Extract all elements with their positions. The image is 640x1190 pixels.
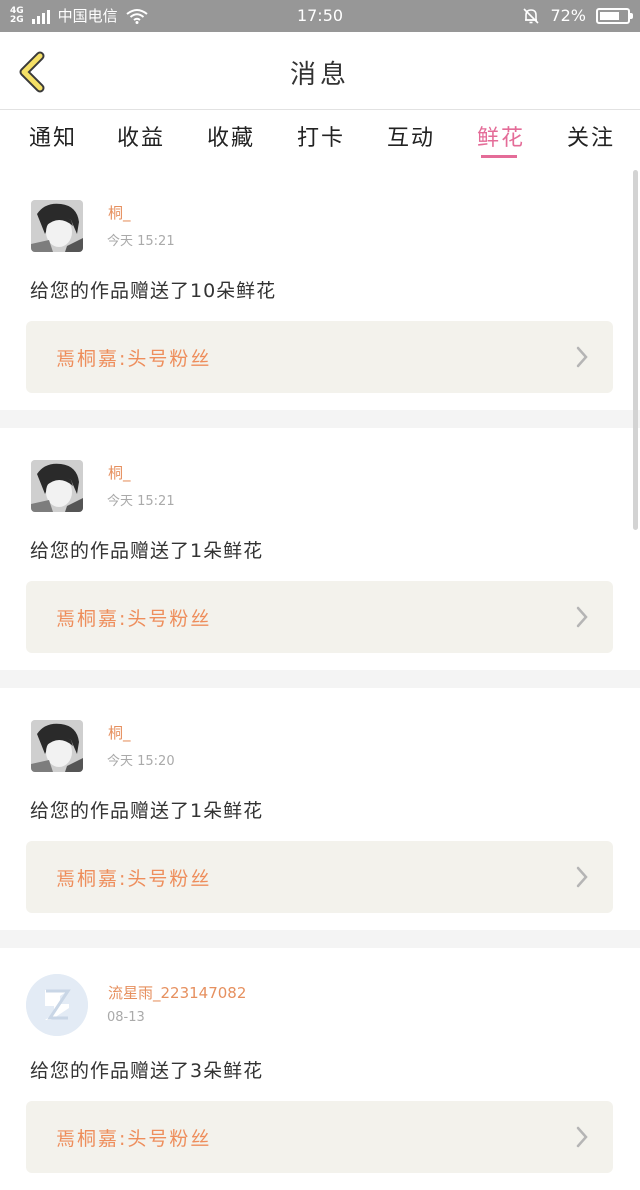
chevron-right-icon: [576, 606, 588, 628]
message-card: 桐_ 今天 15:20 给您的作品赠送了1朵鲜花 焉桐嘉:头号粉丝: [0, 688, 640, 930]
card-divider: [0, 410, 640, 428]
fan-rank-label: 焉桐嘉:头号粉丝: [56, 868, 212, 890]
username[interactable]: 桐_: [108, 462, 131, 483]
tab-bar: 通知 收益 收藏 打卡 互动 鲜花 关注: [0, 110, 640, 168]
active-tab-indicator: [481, 155, 517, 158]
fan-rank-row[interactable]: 焉桐嘉:头号粉丝: [26, 1101, 613, 1173]
mute-bell-icon: [523, 7, 540, 24]
message-card: 桐_ 今天 15:21 给您的作品赠送了1朵鲜花 焉桐嘉:头号粉丝: [0, 428, 640, 670]
card-divider: [0, 670, 640, 688]
message-text: 给您的作品赠送了1朵鲜花: [30, 540, 264, 562]
tab-interaction[interactable]: 互动: [387, 120, 435, 152]
tab-earnings[interactable]: 收益: [117, 120, 165, 152]
status-right: 72%: [522, 6, 633, 25]
fan-rank-row[interactable]: 焉桐嘉:头号粉丝: [26, 581, 613, 653]
tab-checkin[interactable]: 打卡: [297, 120, 345, 152]
nav-header: 消息: [0, 32, 640, 110]
timestamp: 今天 15:21: [107, 234, 175, 249]
tab-flowers[interactable]: 鲜花: [477, 120, 525, 152]
avatar-image: [31, 460, 83, 512]
tab-notifications[interactable]: 通知: [29, 120, 77, 152]
avatar[interactable]: [31, 200, 83, 252]
battery-fill: [600, 11, 619, 20]
timestamp: 08-13: [107, 1010, 145, 1025]
message-text: 给您的作品赠送了10朵鲜花: [30, 280, 277, 302]
status-bar: 4G 2G 中国电信 17:50 72%: [0, 0, 640, 32]
tab-favorites[interactable]: 收藏: [207, 120, 255, 152]
message-text: 给您的作品赠送了1朵鲜花: [30, 800, 264, 822]
battery-percent: 72%: [550, 6, 586, 25]
chevron-right-icon: [576, 346, 588, 368]
timestamp: 今天 15:20: [107, 754, 175, 769]
page-title: 消息: [289, 60, 350, 90]
chevron-right-icon: [576, 866, 588, 888]
card-divider: [0, 930, 640, 948]
fan-rank-label: 焉桐嘉:头号粉丝: [56, 608, 212, 630]
fan-rank-row[interactable]: 焉桐嘉:头号粉丝: [26, 321, 613, 393]
tab-following[interactable]: 关注: [567, 120, 615, 152]
avatar[interactable]: [31, 720, 83, 772]
username[interactable]: 桐_: [108, 202, 131, 223]
avatar[interactable]: [31, 460, 83, 512]
battery-icon: [596, 7, 633, 24]
fan-rank-label: 焉桐嘉:头号粉丝: [56, 348, 212, 370]
fan-rank-row[interactable]: 焉桐嘉:头号粉丝: [26, 841, 613, 913]
message-card: 桐_ 今天 15:21 给您的作品赠送了10朵鲜花 焉桐嘉:头号粉丝: [0, 168, 640, 410]
chevron-right-icon: [576, 1126, 588, 1148]
message-card: 流星雨_223147082 08-13 给您的作品赠送了3朵鲜花 焉桐嘉:头号粉…: [0, 948, 640, 1190]
avatar[interactable]: [26, 974, 88, 1036]
username[interactable]: 流星雨_223147082: [108, 982, 246, 1003]
avatar-image: [31, 200, 83, 252]
avatar-image: [31, 720, 83, 772]
default-qq-avatar-icon: [26, 974, 88, 1036]
message-text: 给您的作品赠送了3朵鲜花: [30, 1060, 264, 1082]
scrollbar[interactable]: [633, 170, 638, 530]
timestamp: 今天 15:21: [107, 494, 175, 509]
username[interactable]: 桐_: [108, 722, 131, 743]
